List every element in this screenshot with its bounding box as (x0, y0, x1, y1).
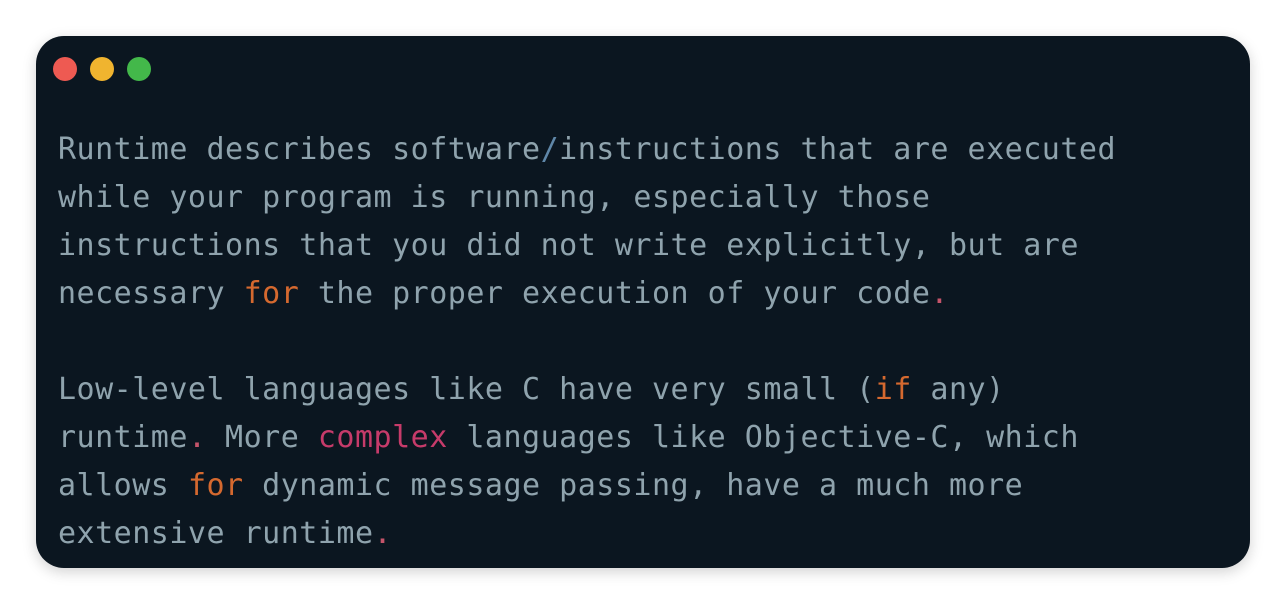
text-segment: necessary (58, 276, 244, 311)
keyword-for: for (243, 276, 300, 311)
text-segment: instructions that are executed (559, 132, 1117, 167)
period-token: . (187, 420, 207, 455)
text-line: instructions that you did not write expl… (58, 222, 1238, 270)
text-line: extensive runtime. (58, 510, 1238, 558)
minimize-window-button[interactable] (90, 57, 114, 81)
maximize-window-button[interactable] (127, 57, 151, 81)
text-segment: instructions that you did not write expl… (58, 228, 1079, 263)
window-controls (53, 57, 151, 81)
text-segment: allows (58, 468, 188, 503)
text-segment: runtime (58, 420, 188, 455)
code-window: Runtime describes software/instructions … (36, 36, 1250, 568)
text-segment: extensive runtime (58, 516, 374, 551)
text-segment: More (206, 420, 318, 455)
period-token: . (373, 516, 393, 551)
code-text: Runtime describes software/instructions … (58, 126, 1238, 558)
text-segment: dynamic message passing, have a much mor… (243, 468, 1024, 503)
text-line: allows for dynamic message passing, have… (58, 462, 1238, 510)
slash-token: / (540, 132, 560, 167)
text-segment: languages like Objective-C, which (447, 420, 1079, 455)
text-segment: Low-level languages like C have very sma… (58, 372, 875, 407)
text-segment: while your program is running, especiall… (58, 180, 931, 215)
text-segment: any) (911, 372, 1005, 407)
text-line: necessary for the proper execution of yo… (58, 270, 1238, 318)
keyword-for: for (187, 468, 244, 503)
close-window-button[interactable] (53, 57, 77, 81)
keyword-complex: complex (317, 420, 448, 455)
text-line: Runtime describes software/instructions … (58, 126, 1238, 174)
period-token: . (930, 276, 949, 311)
text-segment: Runtime describes software (58, 132, 541, 167)
text-line: runtime. More complex languages like Obj… (58, 414, 1238, 462)
text-segment: the proper execution of your code (299, 276, 931, 311)
text-line: Low-level languages like C have very sma… (58, 366, 1238, 414)
keyword-if: if (874, 372, 912, 407)
text-line: while your program is running, especiall… (58, 174, 1238, 222)
